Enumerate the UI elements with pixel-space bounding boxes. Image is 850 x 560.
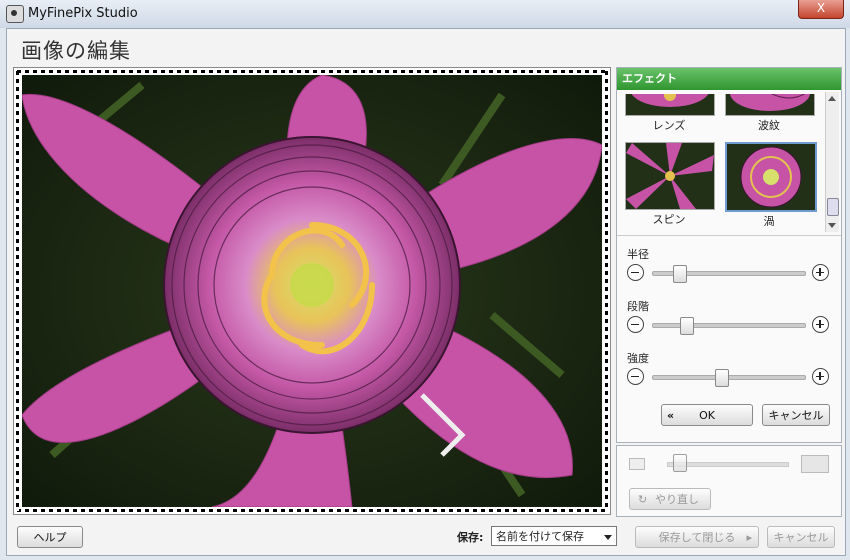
- ok-button[interactable]: « OK: [661, 404, 753, 426]
- effect-list-scrollbar[interactable]: [825, 92, 839, 232]
- strength-label: 強度: [627, 352, 649, 365]
- editor-window: 画像の編集 エフェクト レンズ 波紋 スピン 渦 半径 段階 強度 « OK キ…: [6, 28, 846, 556]
- large-image-icon: [801, 455, 829, 473]
- effect-label: 波紋: [758, 119, 780, 132]
- minus-icon[interactable]: [627, 264, 644, 281]
- scroll-thumb[interactable]: [827, 198, 839, 216]
- scroll-up-icon[interactable]: [828, 96, 836, 101]
- lens-thumbnail: [625, 94, 715, 116]
- radius-label: 半径: [627, 248, 649, 261]
- image-frame: [13, 67, 611, 515]
- save-mode-select[interactable]: 名前を付けて保存: [491, 526, 617, 546]
- redo-label: やり直し: [655, 493, 699, 506]
- steps-label: 段階: [627, 300, 649, 313]
- title-bar: MyFinePix Studio X: [0, 0, 850, 28]
- effect-thumb-ripple[interactable]: 波紋: [725, 94, 815, 133]
- minus-icon[interactable]: [627, 316, 644, 333]
- spin-thumbnail: [625, 142, 715, 210]
- help-button[interactable]: ヘルプ: [17, 526, 83, 548]
- effect-label: 渦: [763, 215, 775, 226]
- slider-knob[interactable]: [680, 317, 694, 335]
- effect-thumb-swirl[interactable]: 渦: [725, 142, 817, 226]
- panel-divider: [617, 235, 841, 236]
- page-title: 画像の編集: [21, 39, 131, 63]
- steps-slider[interactable]: [627, 316, 829, 336]
- save-and-close-button[interactable]: 保存して閉じる ▸: [635, 526, 759, 548]
- small-image-icon: [629, 458, 645, 470]
- radius-slider[interactable]: [627, 264, 829, 284]
- redo-icon: ↻: [638, 493, 648, 506]
- ripple-thumbnail: [725, 94, 815, 116]
- zoom-knob[interactable]: [672, 454, 687, 472]
- frame-border-right: [605, 71, 608, 511]
- effect-thumb-spin[interactable]: スピン: [625, 142, 715, 226]
- double-chevron-left-icon: «: [667, 409, 675, 422]
- effect-thumb-lens[interactable]: レンズ: [625, 94, 715, 133]
- cancel-bottom-button[interactable]: キャンセル: [767, 526, 835, 548]
- swirl-thumbnail: [725, 142, 817, 212]
- frame-border-left: [16, 71, 19, 511]
- frame-border-top: [17, 70, 607, 73]
- frame-border-bottom: [17, 509, 607, 512]
- close-button[interactable]: X: [798, 0, 844, 19]
- effect-thumbnails: レンズ 波紋 スピン 渦: [625, 94, 825, 226]
- slider-track[interactable]: [652, 375, 806, 380]
- effect-label: スピン: [652, 213, 686, 226]
- adjust-panel: ↻ やり直し: [616, 445, 842, 517]
- cancel-button[interactable]: キャンセル: [762, 404, 830, 426]
- effect-label: レンズ: [652, 119, 686, 132]
- photo-preview[interactable]: [22, 75, 602, 507]
- play-arrow-icon: ▸: [746, 531, 752, 544]
- effect-panel-title: エフェクト: [617, 68, 841, 90]
- bottom-bar: ヘルプ 保存: 名前を付けて保存 保存して閉じる ▸ キャンセル: [7, 521, 845, 555]
- strength-slider[interactable]: [627, 368, 829, 388]
- save-and-close-label: 保存して閉じる: [658, 531, 736, 544]
- flower-image: [22, 75, 602, 507]
- slider-knob[interactable]: [715, 369, 729, 387]
- redo-button[interactable]: ↻ やり直し: [629, 488, 711, 510]
- slider-knob[interactable]: [673, 265, 687, 283]
- plus-icon[interactable]: [812, 316, 829, 333]
- minus-icon[interactable]: [627, 368, 644, 385]
- save-label: 保存:: [457, 531, 484, 544]
- app-title: MyFinePix Studio: [28, 6, 138, 21]
- save-mode-value: 名前を付けて保存: [496, 530, 584, 543]
- effect-panel: エフェクト レンズ 波紋 スピン 渦 半径 段階 強度 « OK キャンセル: [616, 67, 842, 443]
- chevron-down-icon: [604, 535, 612, 540]
- slider-track[interactable]: [652, 323, 806, 328]
- plus-icon[interactable]: [812, 368, 829, 385]
- scroll-down-icon[interactable]: [828, 223, 836, 228]
- plus-icon[interactable]: [812, 264, 829, 281]
- camera-icon: [6, 5, 24, 23]
- ok-label: OK: [699, 409, 715, 422]
